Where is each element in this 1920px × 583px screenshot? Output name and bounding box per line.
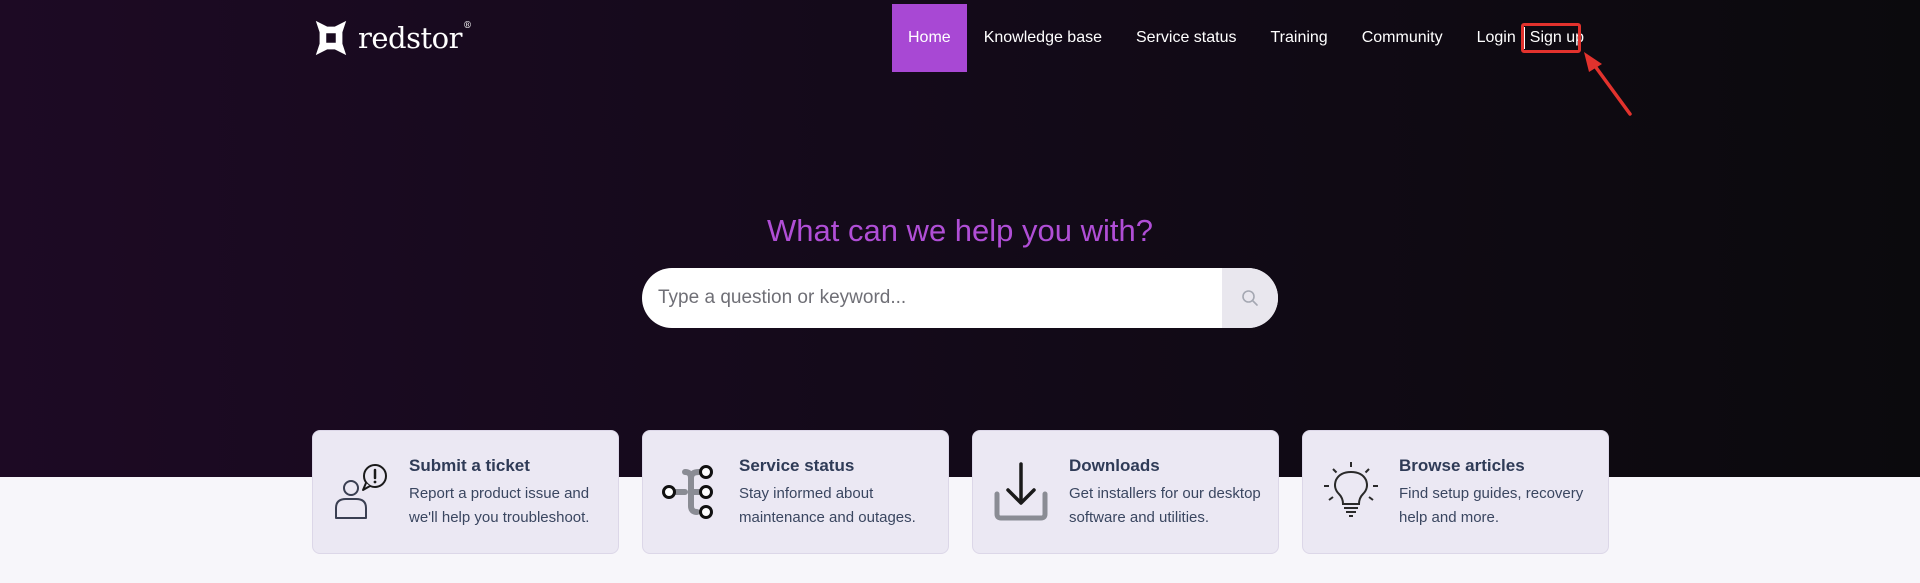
search-input[interactable] xyxy=(642,268,1222,328)
nav-training[interactable]: Training xyxy=(1253,4,1344,72)
card-description: Find setup guides, recovery help and mor… xyxy=(1399,485,1584,526)
card-description: Report a product issue and we'll help yo… xyxy=(409,485,590,526)
hero-section: redstor® Home Knowledge base Service sta… xyxy=(0,0,1920,477)
card-title: Submit a ticket xyxy=(409,456,530,475)
nav-login[interactable]: Login xyxy=(1460,4,1524,72)
brand-logo[interactable]: redstor® xyxy=(312,18,472,58)
card-submit-ticket[interactable]: Submit a ticket Report a product issue a… xyxy=(312,430,619,554)
page-title: What can we help you with? xyxy=(767,213,1153,248)
signup-highlight-box xyxy=(1521,23,1581,53)
card-browse-articles[interactable]: Browse articles Find setup guides, recov… xyxy=(1302,430,1609,554)
card-downloads[interactable]: Downloads Get installers for our desktop… xyxy=(972,430,1279,554)
search-bar xyxy=(642,268,1278,328)
user-alert-icon xyxy=(335,464,387,519)
card-title: Browse articles xyxy=(1399,456,1525,475)
card-service-status[interactable]: Service status Stay informed about maint… xyxy=(642,430,949,554)
network-nodes-icon xyxy=(662,465,713,519)
nav-community[interactable]: Community xyxy=(1345,4,1460,72)
card-description: Stay informed about maintenance and outa… xyxy=(739,485,916,526)
quick-links: Submit a ticket Report a product issue a… xyxy=(312,430,1609,554)
nav-knowledge-base[interactable]: Knowledge base xyxy=(967,4,1119,72)
brand-name: redstor® xyxy=(358,21,472,55)
search-button[interactable] xyxy=(1222,268,1278,328)
lightbulb-icon xyxy=(1324,462,1378,517)
annotation-arrow-icon xyxy=(1584,52,1632,116)
nav-service-status[interactable]: Service status xyxy=(1119,4,1253,72)
download-tray-icon xyxy=(994,462,1048,521)
redstor-logo-icon xyxy=(315,20,347,56)
main-nav: Home Knowledge base Service status Train… xyxy=(892,4,1601,72)
search-icon xyxy=(1242,290,1258,306)
card-title: Downloads xyxy=(1069,456,1160,475)
card-title: Service status xyxy=(739,456,855,475)
nav-home[interactable]: Home xyxy=(892,4,967,72)
card-description: Get installers for our desktop software … xyxy=(1069,485,1261,526)
